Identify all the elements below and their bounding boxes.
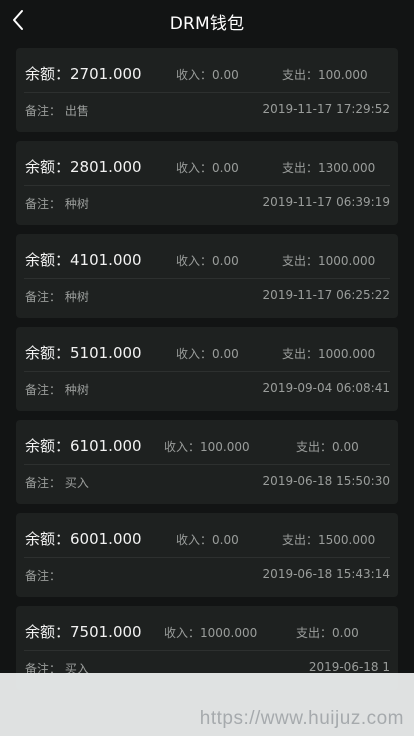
- card-divider: [24, 464, 390, 465]
- transaction-card[interactable]: 余额：2801.000 收入：0.00 支出：1300.000 备注： 种树 2…: [16, 141, 398, 225]
- balance-value: 余额：6001.000: [25, 530, 142, 548]
- remark-text: 备注： 买入: [25, 476, 89, 490]
- balance-value: 余额：6101.000: [25, 437, 142, 455]
- income-value: 收入：0.00: [176, 68, 239, 82]
- transaction-summary: 余额：2801.000 收入：0.00 支出：1300.000: [16, 141, 398, 185]
- timestamp: 2019-06-18 15:43:14: [262, 567, 390, 581]
- balance-value: 余额：5101.000: [25, 344, 142, 362]
- transaction-summary: 余额：5101.000 收入：0.00 支出：1000.000: [16, 327, 398, 371]
- transaction-card[interactable]: 余额：6101.000 收入：100.000 支出：0.00 备注： 买入 20…: [16, 420, 398, 504]
- expense-value: 支出：0.00: [296, 626, 359, 640]
- balance-value: 余额：7501.000: [25, 623, 142, 641]
- expense-value: 支出：1000.000: [282, 254, 376, 268]
- balance-value: 余额：4101.000: [25, 251, 142, 269]
- remark-text: 备注： 种树: [25, 290, 89, 304]
- card-divider: [24, 92, 390, 93]
- card-divider: [24, 650, 390, 651]
- remark-text: 备注：: [25, 569, 62, 583]
- card-divider: [24, 278, 390, 279]
- watermark-text: https://www.huijuz.com: [199, 708, 404, 729]
- timestamp: 2019-06-18 15:50:30: [262, 474, 390, 488]
- page-title: DRM钱包: [169, 14, 245, 34]
- expense-value: 支出：0.00: [296, 440, 359, 454]
- card-divider: [24, 371, 390, 372]
- transaction-list: 余额：2701.000 收入：0.00 支出：100.000 备注： 出售 20…: [16, 48, 398, 699]
- transaction-summary: 余额：7501.000 收入：1000.000 支出：0.00: [16, 606, 398, 650]
- transaction-card[interactable]: 余额：6001.000 收入：0.00 支出：1500.000 备注： 2019…: [16, 513, 398, 597]
- transaction-card[interactable]: 余额：2701.000 收入：0.00 支出：100.000 备注： 出售 20…: [16, 48, 398, 132]
- expense-value: 支出：1300.000: [282, 161, 376, 175]
- transaction-card[interactable]: 余额：5101.000 收入：0.00 支出：1000.000 备注： 种树 2…: [16, 327, 398, 411]
- timestamp: 2019-11-17 17:29:52: [262, 102, 390, 116]
- timestamp: 2019-11-17 06:25:22: [262, 288, 390, 302]
- transaction-card[interactable]: 余额：4101.000 收入：0.00 支出：1000.000 备注： 种树 2…: [16, 234, 398, 318]
- transaction-summary: 余额：4101.000 收入：0.00 支出：1000.000: [16, 234, 398, 278]
- expense-value: 支出：100.000: [282, 68, 368, 82]
- watermark-overlay: https://www.huijuz.com: [0, 673, 414, 736]
- income-value: 收入：0.00: [176, 347, 239, 361]
- transaction-summary: 余额：6001.000 收入：0.00 支出：1500.000: [16, 513, 398, 557]
- wallet-page: DRM钱包 余额：2701.000 收入：0.00 支出：100.000 备注：…: [0, 0, 414, 736]
- income-value: 收入：0.00: [176, 161, 239, 175]
- card-divider: [24, 185, 390, 186]
- balance-value: 余额：2801.000: [25, 158, 142, 176]
- income-value: 收入：0.00: [176, 533, 239, 547]
- balance-value: 余额：2701.000: [25, 65, 142, 83]
- remark-text: 备注： 种树: [25, 197, 89, 211]
- transaction-summary: 余额：2701.000 收入：0.00 支出：100.000: [16, 48, 398, 92]
- remark-text: 备注： 种树: [25, 383, 89, 397]
- header-bar: DRM钱包: [0, 0, 414, 40]
- income-value: 收入：0.00: [176, 254, 239, 268]
- timestamp: 2019-09-04 06:08:41: [262, 381, 390, 395]
- timestamp: 2019-11-17 06:39:19: [262, 195, 390, 209]
- income-value: 收入：1000.000: [164, 626, 258, 640]
- expense-value: 支出：1000.000: [282, 347, 376, 361]
- transaction-summary: 余额：6101.000 收入：100.000 支出：0.00: [16, 420, 398, 464]
- income-value: 收入：100.000: [164, 440, 250, 454]
- card-divider: [24, 557, 390, 558]
- remark-text: 备注： 出售: [25, 104, 89, 118]
- expense-value: 支出：1500.000: [282, 533, 376, 547]
- timestamp: 2019-06-18 1: [308, 660, 390, 674]
